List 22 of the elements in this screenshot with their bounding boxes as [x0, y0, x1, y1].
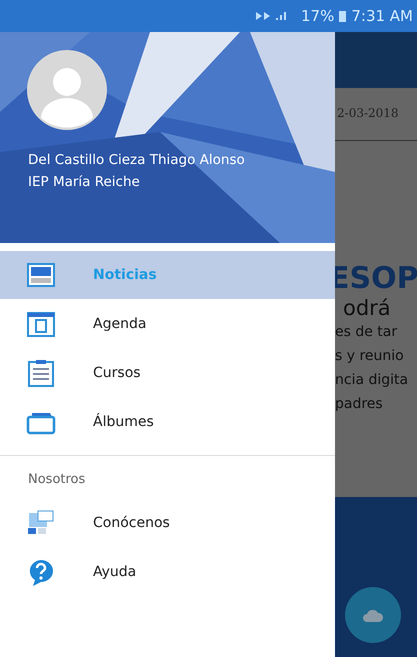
menu-item[interactable]: Conócenos [0, 499, 335, 547]
menu-item[interactable]: Ayuda [0, 548, 335, 596]
news-text: s y reunio [335, 347, 405, 366]
news-text: odrá [343, 296, 392, 320]
school-name: IEP María Reiche [28, 173, 141, 192]
clock: 7:31 AM [351, 7, 413, 25]
section-title: Nosotros [27, 471, 86, 489]
calendar-icon [26, 309, 56, 339]
user-name: Del Castillo Cieza Thiago Alonso [28, 151, 246, 170]
news-text: es de tar [335, 323, 398, 342]
news-text: padres [335, 395, 384, 414]
menu-item[interactable]: Agenda [0, 300, 335, 348]
clipboard-icon [26, 358, 56, 388]
menu-item[interactable]: Cursos [0, 349, 335, 397]
news-text: ncia digita [335, 371, 410, 390]
battery-icon [339, 10, 346, 22]
avatar-icon [27, 50, 107, 130]
menu-item[interactable]: Álbumes [0, 398, 335, 446]
cloud-icon [362, 607, 384, 623]
newspaper-icon [26, 260, 56, 290]
battery-level: 17% [301, 7, 334, 25]
news-date: 2-03-2018 [336, 105, 400, 120]
